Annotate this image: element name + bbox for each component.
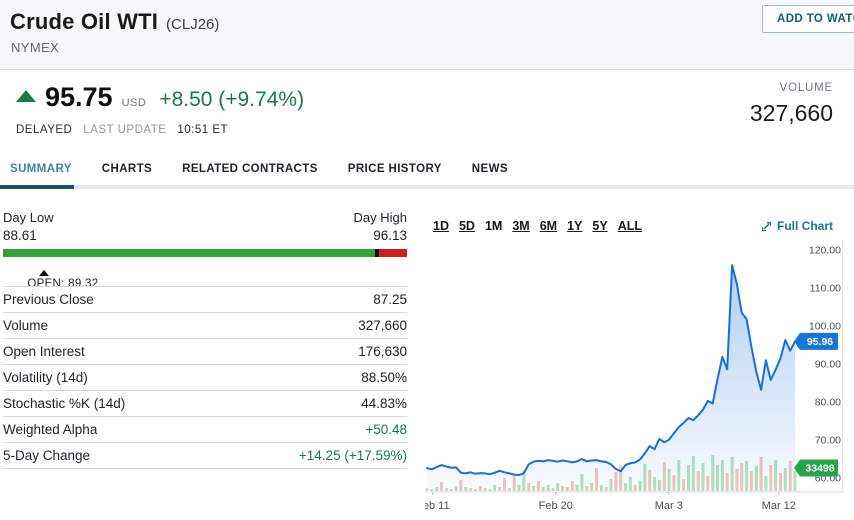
y-axis-label: 70.00	[815, 435, 841, 447]
stat-label: Previous Close	[3, 292, 94, 307]
header: Crude Oil WTI (CLJ26) NYMEX ADD TO WATCH	[0, 0, 854, 70]
range-button-all[interactable]: ALL	[618, 219, 642, 233]
table-row: Open Interest 176,630	[3, 338, 407, 364]
stat-value: 327,660	[358, 318, 407, 333]
price-chart[interactable]: Feb 11 Feb 20 Mar 3 Mar 12 120.00 110.00 100.0…	[425, 238, 854, 520]
last-update-label: LAST UPDATE	[83, 124, 166, 136]
stat-label: Weighted Alpha	[3, 422, 97, 437]
stats-table: Previous Close 87.25 Volume 327,660 Open Int…	[3, 286, 407, 469]
x-axis-label: Mar 12	[762, 500, 796, 512]
y-axis-label: 80.00	[815, 397, 841, 409]
range-button-5y[interactable]: 5Y	[592, 219, 607, 233]
tab-charts[interactable]: CHARTS	[102, 163, 152, 175]
stat-label: 5-Day Change	[3, 448, 90, 463]
table-row: Stochastic %K (14d) 44.83%	[3, 390, 407, 416]
summary-panel: Day Low Day High 88.61 96.13 OPEN: 89.32…	[3, 210, 407, 257]
stat-value: 87.25	[373, 292, 407, 307]
table-row: Weighted Alpha +50.48	[3, 416, 407, 442]
y-axis-label: 110.00	[810, 283, 841, 295]
day-range-labels: Day Low Day High	[3, 210, 407, 225]
tab-list: SUMMARY CHARTS RELATED CONTRACTS PRICE HIST…	[10, 163, 508, 175]
stat-label: Stochastic %K (14d)	[3, 396, 125, 411]
last-price: 95.75	[45, 82, 113, 113]
stat-value: 88.50%	[361, 370, 407, 385]
delayed-label: DELAYED	[16, 124, 72, 136]
range-button-1d[interactable]: 1D	[433, 219, 449, 233]
chart-range-selector: 1D 5D 1M 3M 6M 1Y 5Y ALL	[433, 219, 642, 233]
open-price-marker-icon	[39, 270, 49, 276]
table-row: Previous Close 87.25	[3, 286, 407, 312]
stat-value: 176,630	[358, 344, 407, 359]
stat-value: 44.83%	[361, 396, 407, 411]
price-change: +8.50 (+9.74%)	[159, 88, 304, 112]
day-range-bar	[3, 249, 407, 257]
y-axis-label: 100.00	[809, 321, 841, 333]
contract-symbol: (CLJ26)	[166, 16, 219, 33]
tab-price-history[interactable]: PRICE HISTORY	[348, 163, 442, 175]
table-row: 5-Day Change +14.25 (+17.59%)	[3, 442, 407, 468]
day-low-value: 88.61	[3, 228, 37, 243]
currency-label: USD	[122, 97, 147, 109]
full-chart-label: Full Chart	[777, 219, 833, 233]
price-up-arrow-icon	[16, 90, 36, 102]
stat-label: Volume	[3, 318, 48, 333]
full-chart-link[interactable]: Full Chart	[761, 219, 833, 233]
tab-bar: SUMMARY CHARTS RELATED CONTRACTS PRICE HIST…	[0, 150, 854, 189]
expand-icon	[761, 221, 772, 232]
y-axis-label: 120.00	[809, 245, 841, 257]
y-axis-label: 90.00	[815, 359, 841, 371]
last-volume-tag: 33498	[805, 463, 834, 475]
range-button-1m[interactable]: 1M	[485, 219, 502, 233]
stat-value: +50.48	[365, 422, 407, 437]
page-title: Crude Oil WTI	[10, 9, 158, 35]
day-low-label: Day Low	[3, 210, 54, 225]
stat-label: Open Interest	[3, 344, 85, 359]
volume-value: 327,660	[750, 100, 833, 127]
range-button-1y[interactable]: 1Y	[567, 219, 582, 233]
range-button-6m[interactable]: 6M	[540, 219, 557, 233]
table-row: Volume 327,660	[3, 312, 407, 338]
add-to-watchlist-button[interactable]: ADD TO WATCH	[762, 5, 854, 33]
day-range-values: 88.61 96.13	[3, 228, 407, 243]
tab-news[interactable]: NEWS	[472, 163, 508, 175]
tab-related-contracts[interactable]: RELATED CONTRACTS	[182, 163, 318, 175]
exchange-label: NYMEX	[11, 40, 59, 55]
table-row: Volatility (14d) 88.50%	[3, 364, 407, 390]
tab-underline-track	[0, 185, 854, 189]
last-update-time: 10:51 ET	[177, 124, 228, 136]
stat-label: Volatility (14d)	[3, 370, 88, 385]
price-chart-svg: Feb 11 Feb 20 Mar 3 Mar 12 120.00 110.00 100.0…	[425, 238, 854, 520]
volume-label: VOLUME	[750, 82, 833, 94]
range-button-5d[interactable]: 5D	[459, 219, 475, 233]
quote-page: Crude Oil WTI (CLJ26) NYMEX ADD TO WATCH…	[0, 0, 854, 520]
day-range-bar-red	[379, 249, 407, 257]
quote-meta-row: DELAYED LAST UPDATE 10:51 ET	[16, 124, 228, 136]
tab-summary[interactable]: SUMMARY	[10, 163, 72, 175]
x-axis-label: Feb 11	[425, 500, 450, 512]
title-row: Crude Oil WTI (CLJ26)	[10, 9, 219, 35]
day-high-value: 96.13	[373, 228, 407, 243]
volume-box: VOLUME 327,660	[750, 82, 833, 127]
x-axis-label: Mar 3	[655, 500, 683, 512]
tab-underline-active	[0, 185, 74, 189]
day-range-bar-green	[3, 249, 375, 257]
range-button-3m[interactable]: 3M	[512, 219, 529, 233]
day-high-label: Day High	[354, 210, 407, 225]
x-axis-label: Feb 20	[539, 500, 573, 512]
stat-value: +14.25 (+17.59%)	[299, 448, 407, 463]
price-row: 95.75 USD +8.50 (+9.74%)	[16, 82, 304, 113]
last-price-tag: 95.96	[807, 336, 833, 348]
